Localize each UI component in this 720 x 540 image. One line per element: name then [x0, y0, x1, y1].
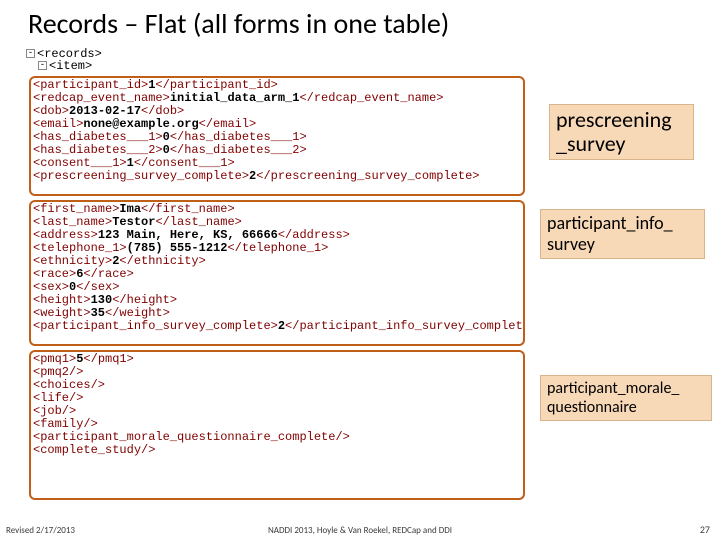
xml-tag: </telephone_1>	[227, 241, 328, 255]
xml-tag: <consent___1>	[33, 156, 127, 170]
xml-root-lines: -<records> -<item>	[26, 48, 522, 72]
xml-tag: <complete_study/>	[33, 443, 155, 457]
xml-tag: <prescreening_survey_complete>	[33, 169, 249, 183]
label-participant-morale-questionnaire: participant_morale_ questionnaire	[540, 375, 712, 421]
xml-tag: </weight>	[105, 306, 170, 320]
xml-tag: <pmq1>	[33, 352, 76, 366]
xml-tag: <life/>	[33, 391, 83, 405]
xml-tag: <height>	[33, 293, 91, 307]
participant-info-survey-block: <first_name>Ima</first_name> <last_name>…	[29, 200, 525, 346]
xml-value: Ima	[119, 202, 141, 216]
label-text: questionnaire	[547, 398, 637, 417]
label-text: survey	[547, 233, 595, 255]
xml-tag: <email>	[33, 117, 83, 131]
xml-tag: </has_diabetes___1>	[170, 130, 307, 144]
xml-tag: <telephone_1>	[33, 241, 127, 255]
xml-tag: <family/>	[33, 417, 98, 431]
xml-tag: </prescreening_survey_complete>	[256, 169, 479, 183]
xml-tag: <weight>	[33, 306, 91, 320]
xml-value: 123 Main, Here, KS, 66666	[98, 228, 278, 242]
xml-tag: </first_name>	[141, 202, 235, 216]
xml-tag: <participant_info_survey_complete>	[33, 319, 278, 333]
xml-tag: <participant_id>	[33, 78, 148, 92]
xml-value: initial_data_arm_1	[170, 91, 300, 105]
xml-tag: <job/>	[33, 404, 76, 418]
xml-value: 2	[278, 319, 285, 333]
collapse-icon: -	[26, 49, 35, 58]
xml-tag: </redcap_event_name>	[299, 91, 443, 105]
xml-tag: </participant_info_survey_complete>	[285, 319, 525, 333]
xml-tag: </last_name>	[155, 215, 241, 229]
xml-tag: </address>	[278, 228, 350, 242]
label-prescreening-survey: prescreening _survey	[549, 104, 694, 160]
xml-tag: <race>	[33, 267, 76, 281]
label-text: _survey	[556, 130, 625, 157]
label-text: prescreening	[556, 106, 672, 133]
xml-tag: </participant_id>	[155, 78, 277, 92]
xml-tag: <redcap_event_name>	[33, 91, 170, 105]
xml-tag: <has_diabetes___1>	[33, 130, 163, 144]
xml-tag: <ethnicity>	[33, 254, 112, 268]
collapse-icon: -	[38, 61, 47, 70]
xml-tag: </consent___1>	[134, 156, 235, 170]
footer-page-number: 27	[700, 523, 710, 536]
xml-tag: </dob>	[141, 104, 184, 118]
xml-value: Testor	[112, 215, 155, 229]
xml-tag: <last_name>	[33, 215, 112, 229]
xml-value: (785) 555-1212	[127, 241, 228, 255]
xml-tag: <address>	[33, 228, 98, 242]
participant-morale-questionnaire-block: <pmq1>5</pmq1> <pmq2/> <choices/> <life/…	[29, 350, 525, 500]
label-text: participant_morale_	[547, 379, 679, 398]
xml-tag: <first_name>	[33, 202, 119, 216]
xml-tag: </race>	[83, 267, 133, 281]
xml-tag: <pmq2/>	[33, 365, 83, 379]
xml-tag: <choices/>	[33, 378, 105, 392]
xml-value: 1	[127, 156, 134, 170]
xml-value: 0	[163, 130, 170, 144]
xml-tag: </ethnicity>	[119, 254, 205, 268]
xml-item-tag: <item>	[49, 59, 92, 73]
label-participant-info-survey: participant_info_ survey	[540, 209, 705, 259]
xml-value: 0	[163, 143, 170, 157]
label-text: participant_info_	[547, 212, 673, 234]
xml-tag: </pmq1>	[83, 352, 133, 366]
xml-value: 2013-02-17	[69, 104, 141, 118]
xml-tag: </height>	[112, 293, 177, 307]
slide-title: Records – Flat (all forms in one table)	[0, 0, 720, 45]
xml-tag: </email>	[199, 117, 257, 131]
xml-value: 130	[91, 293, 113, 307]
xml-tag: </sex>	[76, 280, 119, 294]
footer-citation: NADDI 2013, Hoyle & Van Roekel, REDCap a…	[0, 525, 720, 536]
prescreening-survey-block: <participant_id> 1 </participant_id> <redc…	[29, 76, 525, 196]
xml-value: none@example.org	[83, 117, 198, 131]
xml-tag: <participant_morale_questionnaire_comple…	[33, 430, 350, 444]
xml-tag: <dob>	[33, 104, 69, 118]
xml-tag: </has_diabetes___2>	[170, 143, 307, 157]
xml-value: 35	[91, 306, 105, 320]
xml-tag: <sex>	[33, 280, 69, 294]
xml-tag: <has_diabetes___2>	[33, 143, 163, 157]
